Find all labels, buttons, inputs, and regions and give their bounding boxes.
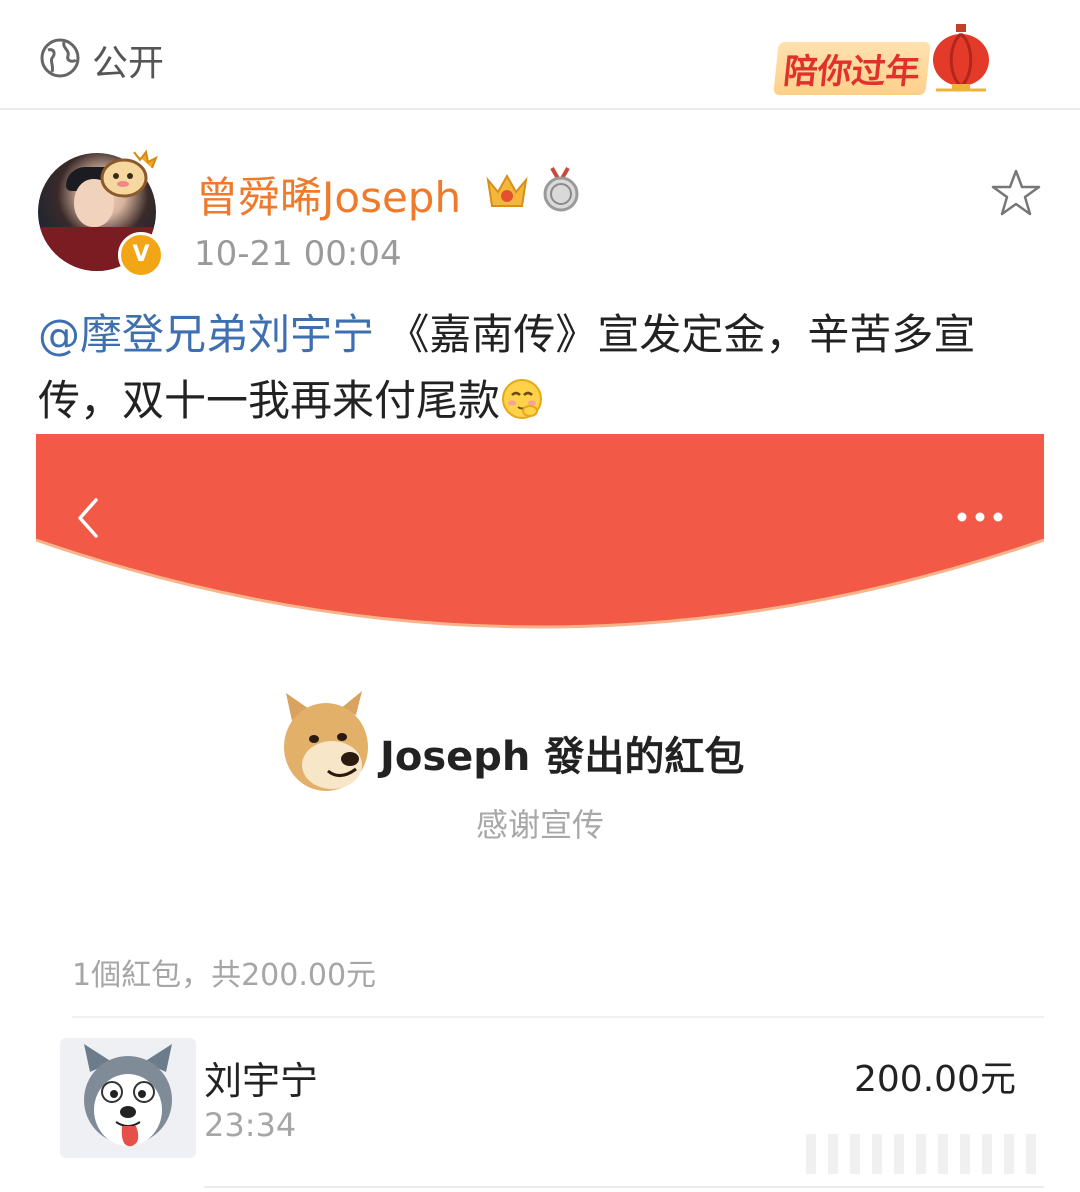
post-image-red-packet[interactable]: Joseph 發出的紅包 感谢宣传 1個紅包，共200.00元 刘宇宁 23:3… <box>36 434 1044 1192</box>
avatar-decoration-icon <box>100 149 158 198</box>
post-text: @摩登兄弟刘宇宁 《嘉南传》宣发定金，辛苦多宣传，双十一我再来付尾款 <box>38 302 1048 434</box>
top-bar: 公开 陪你过年 <box>0 0 1080 110</box>
receiver-time: 23:34 <box>204 1106 297 1144</box>
red-packet-sender-title: Joseph 發出的紅包 <box>380 734 745 780</box>
username[interactable]: 曾舜晞Joseph <box>196 164 461 225</box>
receiver-avatar[interactable] <box>60 1038 196 1158</box>
blush-emoji-icon <box>502 379 543 419</box>
sender-avatar-doge-icon <box>284 691 368 791</box>
red-packet-header <box>36 434 1044 629</box>
festival-banner[interactable]: 陪你过年 <box>768 14 1008 102</box>
receiver-amount: 200.00元 <box>854 1059 1016 1100</box>
crown-icon <box>486 173 528 207</box>
favorite-star-icon[interactable] <box>990 168 1042 218</box>
mention-link[interactable]: @摩登兄弟刘宇宁 <box>38 310 374 359</box>
receiver-name: 刘宇宁 <box>204 1059 319 1103</box>
post-timestamp: 10-21 00:04 <box>194 234 402 274</box>
more-options-icon[interactable] <box>956 510 1004 524</box>
red-packet-greeting: 感谢宣传 <box>475 806 604 844</box>
verified-badge-icon: V <box>118 232 164 278</box>
globe-icon <box>40 38 80 78</box>
blurred-watermark <box>806 1134 1044 1174</box>
back-chevron-icon[interactable] <box>74 496 102 540</box>
red-packet-summary: 1個紅包，共200.00元 <box>72 958 377 993</box>
visibility-label[interactable]: 公开 <box>92 34 164 86</box>
lantern-icon <box>933 24 989 92</box>
divider <box>72 1016 1044 1018</box>
divider <box>204 1186 1044 1188</box>
husky-icon <box>84 1044 172 1147</box>
festival-banner-text: 陪你过年 <box>773 42 931 95</box>
medal-icon <box>543 167 579 212</box>
